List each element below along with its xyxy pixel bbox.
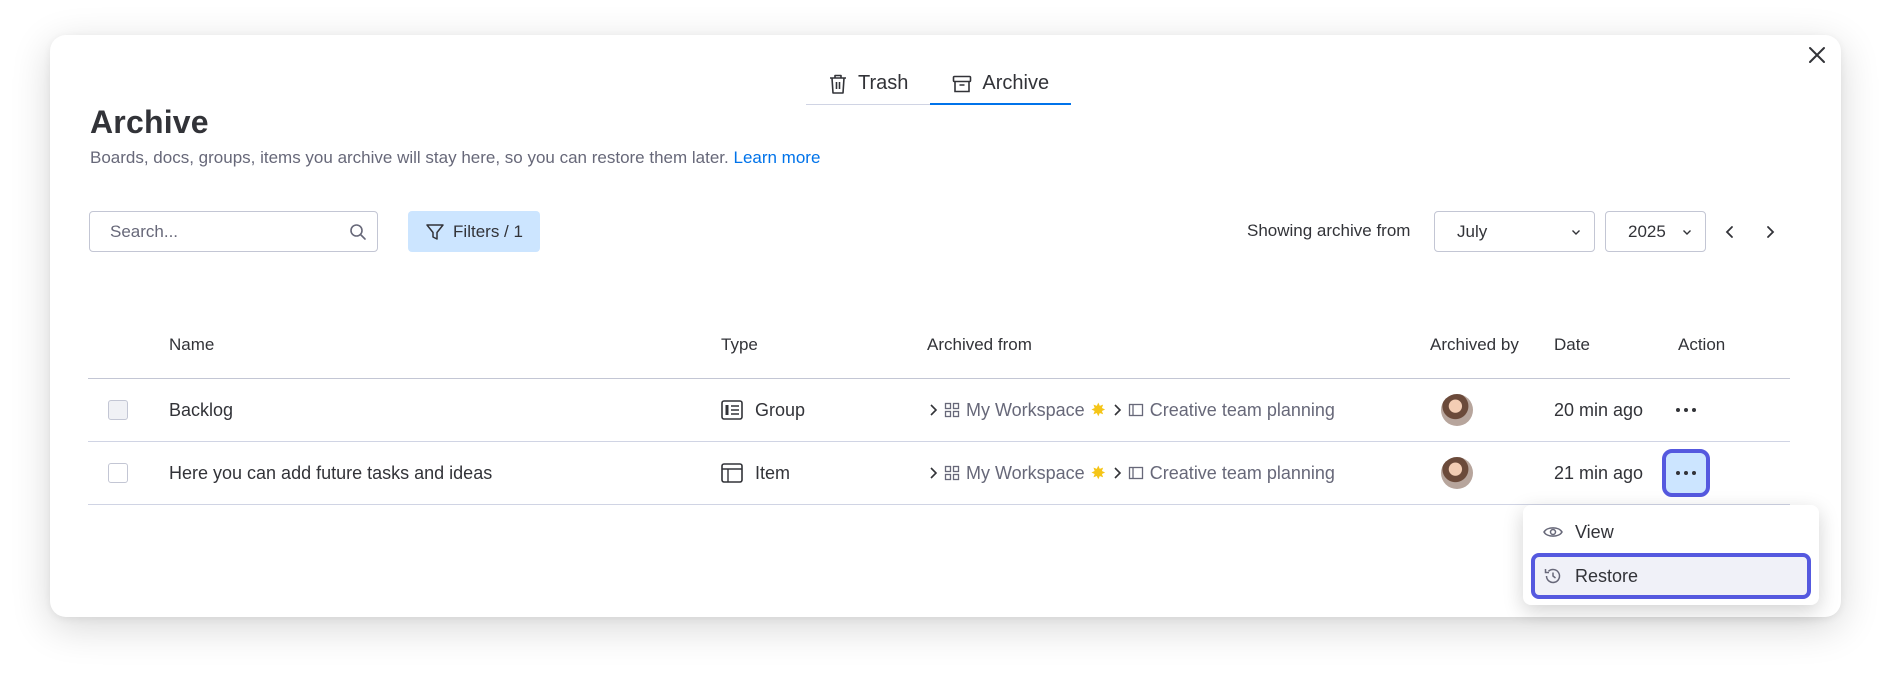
workspace-name: My Workspace: [966, 462, 1085, 483]
board-icon: [1128, 466, 1143, 480]
trash-icon: [830, 74, 846, 94]
table-header: Name Type Archived from Archived by Date…: [88, 297, 1790, 379]
learn-more-link[interactable]: Learn more: [733, 148, 820, 167]
more-actions-button[interactable]: [1669, 393, 1703, 427]
menu-item-restore[interactable]: Restore: [1531, 553, 1811, 599]
year-select[interactable]: 2025: [1605, 211, 1706, 252]
search-box: [89, 211, 378, 252]
column-header-archived-from: Archived from: [927, 335, 1032, 354]
history-icon: [1544, 568, 1561, 584]
row-checkbox[interactable]: [108, 400, 128, 420]
month-select[interactable]: July: [1434, 211, 1595, 252]
row-checkbox-cell: [108, 379, 128, 441]
sparkle-emoji-icon: ✸: [1090, 462, 1106, 483]
page-subtitle: Boards, docs, groups, items you archive …: [90, 148, 820, 168]
column-header-archived-by: Archived by: [1430, 335, 1519, 354]
tab-trash-label: Trash: [858, 72, 909, 94]
chevron-right-icon: [1114, 467, 1121, 479]
column-header-date: Date: [1554, 335, 1590, 354]
chevron-right-icon: [930, 467, 938, 479]
menu-item-view-label: View: [1575, 521, 1614, 542]
row-archived-by: [1441, 442, 1473, 504]
next-month-button[interactable]: [1756, 218, 1784, 246]
chevron-right-icon: [1114, 404, 1121, 416]
column-header-action: Action: [1678, 335, 1726, 354]
table-row[interactable]: Here you can add future tasks and ideas …: [88, 442, 1790, 505]
filter-icon: [426, 223, 444, 240]
group-icon: [721, 400, 743, 420]
breadcrumb-workspace[interactable]: My Workspace ✸: [928, 463, 1106, 484]
close-button[interactable]: [1801, 39, 1833, 71]
more-actions-button[interactable]: [1662, 449, 1710, 497]
workspace-name: My Workspace: [966, 399, 1085, 420]
breadcrumb-workspace[interactable]: My Workspace ✸: [928, 400, 1106, 421]
tab-archive-label: Archive: [982, 72, 1050, 94]
search-input[interactable]: [110, 221, 349, 242]
workspace-grid-icon: [944, 465, 960, 481]
chevron-right-icon: [1767, 226, 1775, 238]
chevron-right-icon: [930, 404, 938, 416]
row-archived-by: [1441, 379, 1473, 441]
row-name: Here you can add future tasks and ideas: [169, 462, 493, 483]
filters-label: Filters / 1: [453, 221, 523, 241]
board-name: Creative team planning: [1149, 399, 1335, 420]
row-archived-from: My Workspace ✸ Creative team planning: [928, 379, 1335, 441]
chevron-down-icon: [1572, 229, 1580, 235]
more-dots-icon: [1676, 408, 1696, 412]
row-checkbox[interactable]: [108, 463, 128, 483]
row-type: Item: [721, 442, 790, 504]
sparkle-emoji-icon: ✸: [1090, 399, 1106, 420]
column-header-name: Name: [169, 335, 215, 354]
chevron-left-icon: [1725, 226, 1733, 238]
filters-button[interactable]: Filters / 1: [408, 211, 540, 252]
eye-icon: [1543, 527, 1563, 537]
chevron-down-icon: [1683, 229, 1691, 235]
workspace-grid-icon: [944, 402, 960, 418]
row-name: Backlog: [169, 399, 234, 420]
breadcrumb-board[interactable]: Creative team planning: [1112, 400, 1335, 421]
more-dots-icon: [1676, 471, 1696, 475]
row-type: Group: [721, 379, 805, 441]
showing-archive-label: Showing archive from: [1247, 221, 1411, 240]
row-action: [1669, 379, 1703, 441]
tab-bar: Trash Archive: [806, 63, 1072, 105]
column-header-type: Type: [721, 335, 758, 354]
row-date: 20 min ago: [1554, 399, 1644, 420]
archive-modal: Trash Archive Archive Boards, docs, grou…: [50, 35, 1841, 617]
tab-trash[interactable]: Trash: [806, 63, 930, 104]
archive-table: Name Type Archived from Archived by Date…: [88, 297, 1790, 505]
row-action: [1662, 442, 1710, 504]
table-row[interactable]: Backlog Group My Workspace ✸ Creative te…: [88, 379, 1790, 442]
subtitle-text: Boards, docs, groups, items you archive …: [90, 148, 729, 167]
row-archived-from: My Workspace ✸ Creative team planning: [928, 442, 1335, 504]
search-icon: [350, 223, 366, 240]
avatar[interactable]: [1441, 457, 1473, 489]
breadcrumb-board[interactable]: Creative team planning: [1112, 463, 1335, 484]
year-select-value: 2025: [1628, 221, 1666, 241]
row-type-label: Group: [755, 399, 806, 420]
row-date: 21 min ago: [1554, 462, 1644, 483]
item-icon: [721, 463, 743, 483]
tab-archive[interactable]: Archive: [930, 63, 1071, 105]
board-name: Creative team planning: [1149, 462, 1335, 483]
avatar[interactable]: [1441, 394, 1473, 426]
row-actions-menu: View Restore: [1523, 505, 1819, 605]
menu-item-view[interactable]: View: [1531, 513, 1811, 551]
previous-month-button[interactable]: [1716, 218, 1744, 246]
page-title: Archive: [90, 104, 209, 140]
menu-item-restore-label: Restore: [1575, 565, 1639, 586]
month-select-value: July: [1457, 221, 1488, 241]
close-icon: [1809, 47, 1825, 63]
board-icon: [1128, 403, 1143, 417]
row-checkbox-cell: [108, 442, 128, 504]
row-type-label: Item: [755, 462, 791, 483]
archive-icon: [953, 75, 972, 92]
